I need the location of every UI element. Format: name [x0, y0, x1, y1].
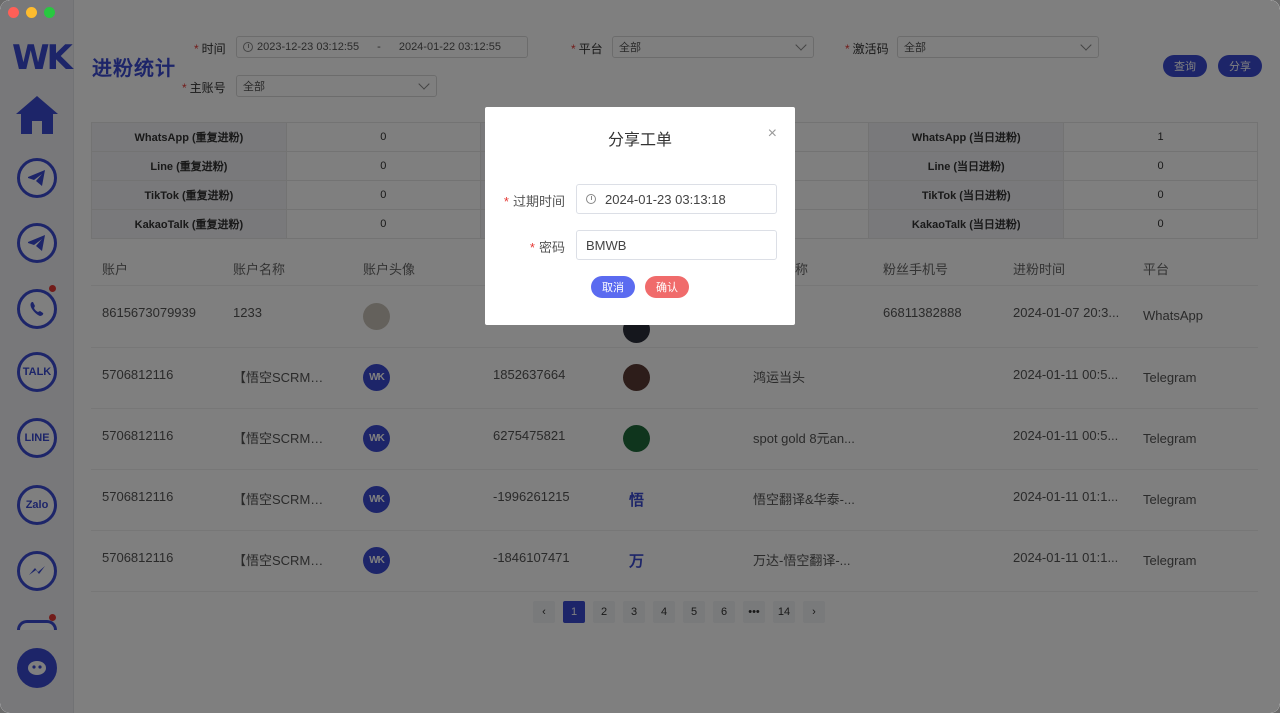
window-controls — [8, 7, 55, 18]
close-window-button[interactable] — [8, 7, 19, 18]
minimize-window-button[interactable] — [26, 7, 37, 18]
password-input[interactable]: BMWB — [576, 230, 777, 260]
clock-icon — [586, 194, 596, 204]
maximize-window-button[interactable] — [44, 7, 55, 18]
app-window: WK TALK LINE Zalo 进粉统计 *时间 2023-12 — [0, 0, 1280, 713]
dialog-title: 分享工单 — [607, 132, 672, 149]
share-dialog: 分享工单 × * 过期时间 2024-01-23 03:13:18 * 密码 BMW… — [485, 107, 795, 325]
expire-time-label: * 过期时间 — [503, 194, 565, 209]
cancel-button[interactable]: 取消 — [591, 276, 635, 298]
expire-time-picker[interactable]: 2024-01-23 03:13:18 — [576, 184, 777, 214]
password-label: * 密码 — [529, 240, 565, 255]
confirm-button[interactable]: 确认 — [645, 276, 689, 298]
close-icon[interactable]: × — [768, 125, 777, 143]
